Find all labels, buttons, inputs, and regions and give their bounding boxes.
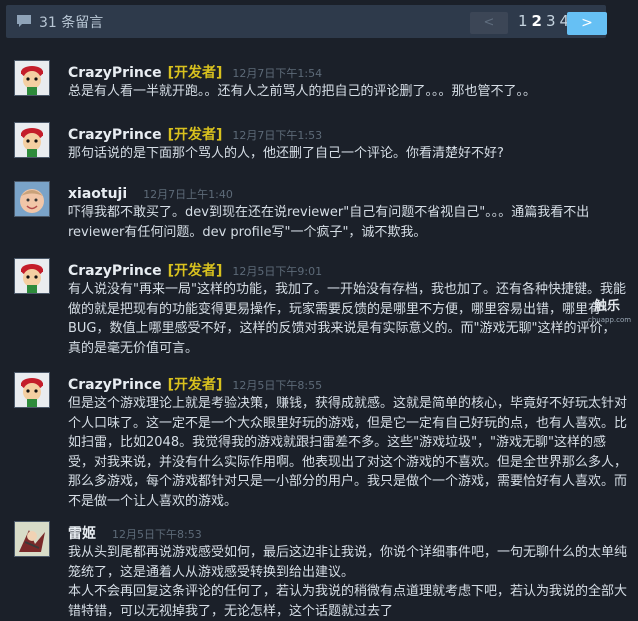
avatar[interactable] xyxy=(14,258,50,294)
comment-body: 那句话说的是下面那个骂人的人，他还删了自己一个评论。你看清楚好不好? xyxy=(68,146,504,161)
comment-timestamp: 12月7日下午1:53 xyxy=(232,129,323,142)
developer-avatar-icon xyxy=(15,259,49,293)
prev-page-button[interactable]: < xyxy=(470,12,508,34)
avatar[interactable] xyxy=(14,181,50,217)
comment-timestamp: 12月7日下午1:54 xyxy=(232,67,323,80)
comment-count: 31 条留言 xyxy=(39,15,104,31)
comment-timestamp: 12月5日下午8:55 xyxy=(232,379,323,392)
comment-timestamp: 12月7日上午1:40 xyxy=(143,188,233,201)
avatar[interactable] xyxy=(14,122,50,158)
comment-author-line: CrazyPrince [开发者] 12月5日下午8:55 xyxy=(68,374,323,393)
comment-author-line: CrazyPrince [开发者] 12月7日下午1:54 xyxy=(68,62,323,81)
comment-author[interactable]: CrazyPrince xyxy=(68,263,162,279)
baby-avatar-icon xyxy=(15,182,49,216)
avatar[interactable] xyxy=(14,372,50,408)
comment-timestamp: 12月5日下午8:53 xyxy=(112,528,202,541)
watermark-text: 触乐 xyxy=(594,299,621,314)
comment-author-line: xiaotuji 12月7日上午1:40 xyxy=(68,183,233,202)
comment-author[interactable]: CrazyPrince xyxy=(68,377,162,393)
pagination: 1234 xyxy=(518,12,573,30)
comment-body: 但是这个游戏理论上就是考验决策，赚钱，获得成就感。这就是简单的核心，毕竟好不好玩… xyxy=(68,396,628,509)
comment-body: 我从头到尾都再说游戏感受如何，最后这边非让我说，你说个详细事件吧，一句无聊什么的… xyxy=(68,545,628,619)
developer-avatar-icon xyxy=(15,123,49,157)
comment-timestamp: 12月5日下午9:01 xyxy=(232,265,323,278)
comment-author-line: 雷姬 12月5日下午8:53 xyxy=(68,523,202,542)
comment-author[interactable]: CrazyPrince xyxy=(68,65,162,81)
developer-tag: [开发者] xyxy=(167,65,223,81)
comment-author-line: CrazyPrince [开发者] 12月7日下午1:53 xyxy=(68,124,323,143)
developer-tag: [开发者] xyxy=(167,263,223,279)
comment-author[interactable]: 雷姬 xyxy=(68,526,96,542)
page-link-2-current[interactable]: 2 xyxy=(532,12,543,30)
avatar[interactable] xyxy=(14,521,50,557)
developer-avatar-icon xyxy=(15,373,49,407)
comment-body: 总是有人看一半就开跑。。还有人之前骂人的把自己的评论删了。。。那也管不了。。 xyxy=(68,84,537,99)
avatar[interactable] xyxy=(14,60,50,96)
comment-author-line: CrazyPrince [开发者] 12月5日下午9:01 xyxy=(68,260,323,279)
next-page-button[interactable]: > xyxy=(567,12,607,35)
developer-tag: [开发者] xyxy=(167,377,223,393)
comment-body: 吓得我都不敢买了。dev到现在还在说reviewer"自己有问题不省视自己"。。… xyxy=(68,205,590,240)
comment-author[interactable]: xiaotuji xyxy=(68,186,127,202)
developer-avatar-icon xyxy=(15,61,49,95)
comment-author[interactable]: CrazyPrince xyxy=(68,127,162,143)
page-link-3[interactable]: 3 xyxy=(546,12,557,30)
site-watermark: 触乐 chuapp.com xyxy=(580,294,636,328)
page-link-1[interactable]: 1 xyxy=(518,12,529,30)
anime-avatar-icon xyxy=(15,522,49,556)
speech-bubble-icon xyxy=(17,15,31,27)
developer-tag: [开发者] xyxy=(167,127,223,143)
comment-body: 有人说没有"再来一局"这样的功能，我加了。一开始没有存档，我也加了。还有各种快捷… xyxy=(68,282,626,356)
comment-header-bar: 31 条留言 < 1234 > xyxy=(6,5,607,38)
watermark-url: chuapp.com xyxy=(588,316,632,324)
